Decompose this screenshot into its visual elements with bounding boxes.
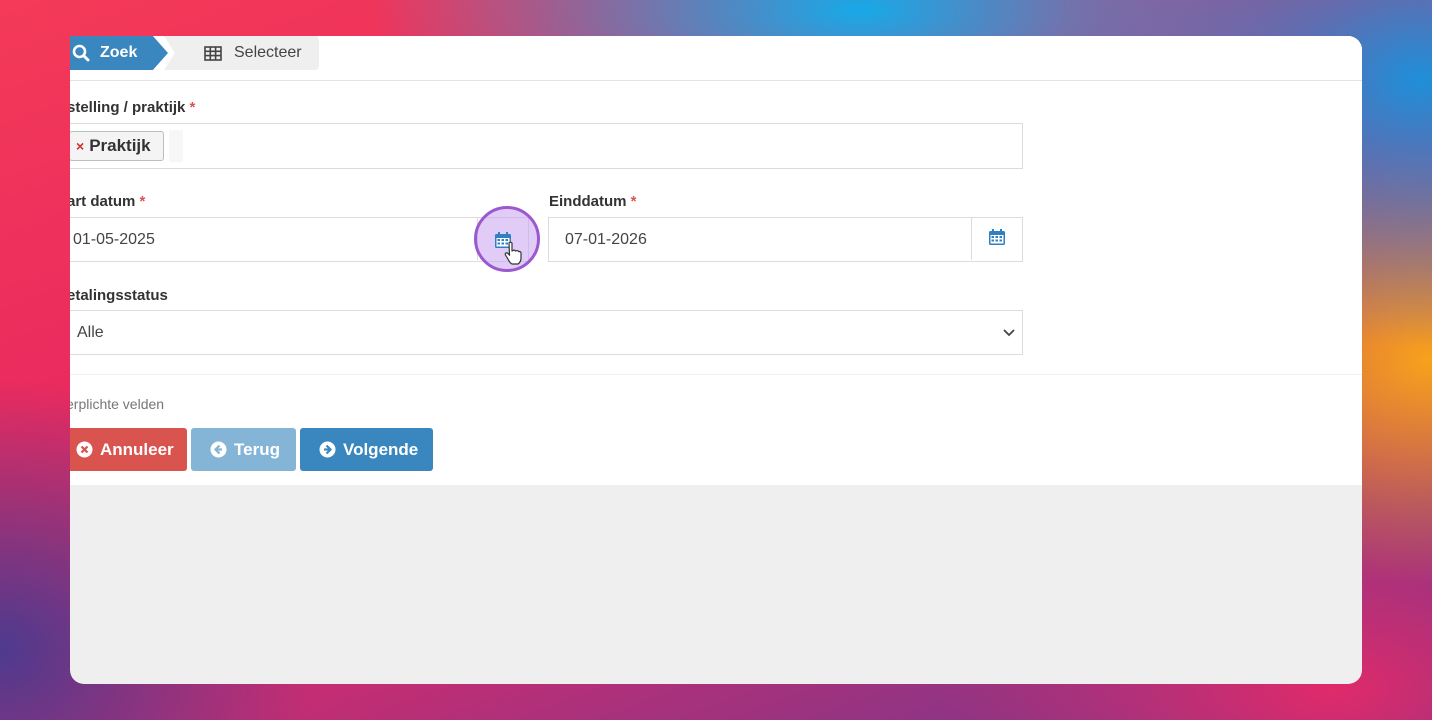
form-panel: Zoek Selecteer stelling / praktijk * × P… bbox=[70, 36, 1362, 485]
instelling-label: stelling / praktijk * bbox=[70, 99, 195, 116]
terug-button[interactable]: Terug bbox=[191, 428, 296, 471]
volgende-button[interactable]: Volgende bbox=[300, 428, 433, 471]
circle-x-icon bbox=[76, 441, 93, 458]
betalingsstatus-label: etalingsstatus bbox=[70, 287, 168, 304]
app-window: Zoek Selecteer stelling / praktijk * × P… bbox=[70, 36, 1362, 684]
betalingsstatus-value: Alle bbox=[77, 323, 104, 341]
einddatum-calendar-button[interactable] bbox=[971, 218, 1022, 260]
section-divider bbox=[70, 374, 1362, 375]
tag-remove-icon[interactable]: × bbox=[76, 138, 84, 154]
volgende-label: Volgende bbox=[343, 439, 419, 459]
startdatum-label-text: art datum bbox=[70, 193, 136, 210]
instelling-multiselect[interactable]: × Praktijk bbox=[70, 123, 1023, 169]
startdatum-input[interactable]: 01-05-2025 bbox=[70, 217, 529, 262]
circle-arrow-left-icon bbox=[210, 441, 227, 458]
step-selecteer[interactable]: Selecteer bbox=[164, 36, 319, 70]
betalingsstatus-select[interactable]: Alle bbox=[70, 310, 1023, 355]
required-marker: * bbox=[630, 193, 637, 210]
hand-pointer-icon bbox=[504, 241, 522, 270]
table-icon bbox=[204, 45, 222, 61]
einddatum-value: 07-01-2026 bbox=[565, 231, 647, 248]
selected-tag-praktijk: × Praktijk bbox=[70, 131, 164, 161]
einddatum-label: Einddatum * bbox=[549, 193, 637, 210]
instelling-label-text: stelling / praktijk bbox=[70, 99, 186, 116]
step-selecteer-label: Selecteer bbox=[234, 44, 302, 61]
wizard-steps: Zoek Selecteer bbox=[70, 36, 1362, 81]
einddatum-input[interactable]: 07-01-2026 bbox=[548, 217, 1023, 262]
startdatum-value: 01-05-2025 bbox=[73, 231, 155, 248]
chevron-down-icon bbox=[1002, 325, 1016, 344]
required-marker: * bbox=[189, 99, 196, 116]
annuleer-label: Annuleer bbox=[100, 439, 174, 459]
search-caret-area[interactable] bbox=[169, 130, 183, 162]
circle-arrow-right-icon bbox=[319, 441, 336, 458]
tag-label: Praktijk bbox=[89, 136, 151, 155]
terug-label: Terug bbox=[234, 439, 280, 459]
annuleer-button[interactable]: Annuleer bbox=[70, 428, 187, 471]
required-marker: * bbox=[139, 193, 146, 210]
calendar-icon bbox=[988, 228, 1006, 251]
search-icon bbox=[72, 44, 90, 62]
startdatum-label: art datum * bbox=[70, 193, 145, 210]
required-fields-hint: erplichte velden bbox=[70, 396, 165, 412]
einddatum-label-text: Einddatum bbox=[549, 193, 627, 210]
step-zoek[interactable]: Zoek bbox=[70, 36, 168, 70]
step-zoek-label: Zoek bbox=[100, 44, 138, 61]
